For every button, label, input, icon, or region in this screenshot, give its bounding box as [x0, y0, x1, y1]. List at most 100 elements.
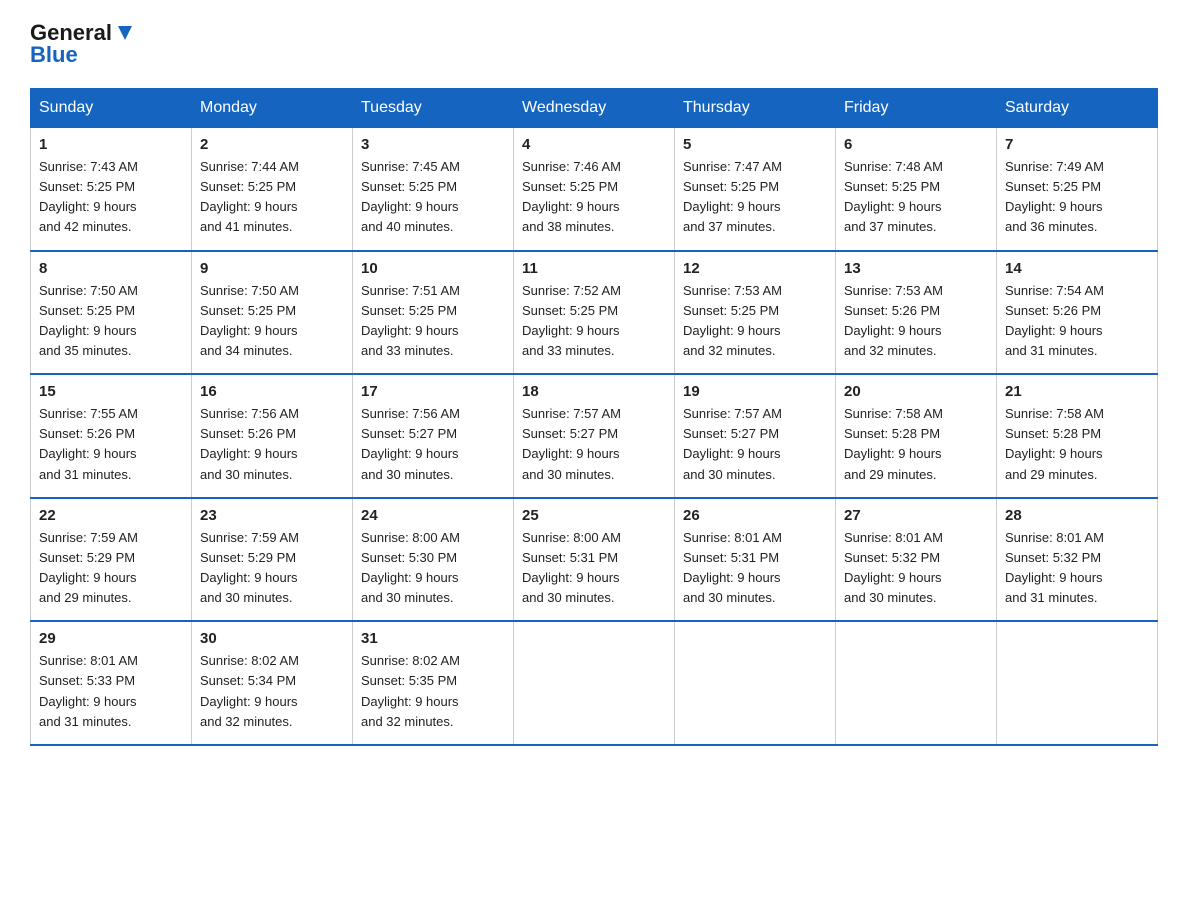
day-info: Sunrise: 7:47 AMSunset: 5:25 PMDaylight:… [683, 157, 827, 238]
day-number: 27 [844, 507, 988, 524]
day-number: 17 [361, 383, 505, 400]
calendar-cell: 28Sunrise: 8:01 AMSunset: 5:32 PMDayligh… [997, 498, 1158, 622]
logo-triangle [114, 22, 136, 44]
day-info: Sunrise: 8:01 AMSunset: 5:33 PMDaylight:… [39, 651, 183, 732]
day-number: 22 [39, 507, 183, 524]
calendar-cell [836, 621, 997, 745]
day-info: Sunrise: 7:45 AMSunset: 5:25 PMDaylight:… [361, 157, 505, 238]
calendar-cell: 9 Sunrise: 7:50 AMSunset: 5:25 PMDaylight… [192, 251, 353, 375]
day-info: Sunrise: 7:49 AMSunset: 5:25 PMDaylight:… [1005, 157, 1149, 238]
calendar-cell: 17 Sunrise: 7:56 AMSunset: 5:27 PMDayligh… [353, 374, 514, 498]
calendar-cell: 6 Sunrise: 7:48 AMSunset: 5:25 PMDaylight… [836, 128, 997, 251]
calendar-week-row-4: 22 Sunrise: 7:59 AMSunset: 5:29 PMDayligh… [31, 498, 1158, 622]
calendar-week-row-5: 29 Sunrise: 8:01 AMSunset: 5:33 PMDayligh… [31, 621, 1158, 745]
calendar-body: 1Sunrise: 7:43 AMSunset: 5:25 PMDaylight… [31, 128, 1158, 745]
calendar-cell: 3 Sunrise: 7:45 AMSunset: 5:25 PMDaylight… [353, 128, 514, 251]
day-info: Sunrise: 7:48 AMSunset: 5:25 PMDaylight:… [844, 157, 988, 238]
day-info: Sunrise: 7:56 AMSunset: 5:26 PMDaylight:… [200, 404, 344, 485]
day-info: Sunrise: 7:57 AMSunset: 5:27 PMDaylight:… [683, 404, 827, 485]
calendar-cell: 10 Sunrise: 7:51 AMSunset: 5:25 PMDayligh… [353, 251, 514, 375]
day-number: 12 [683, 260, 827, 277]
day-info: Sunrise: 8:00 AMSunset: 5:30 PMDaylight:… [361, 528, 505, 609]
day-number: 18 [522, 383, 666, 400]
calendar-cell: 25 Sunrise: 8:00 AMSunset: 5:31 PMDayligh… [514, 498, 675, 622]
day-number: 4 [522, 136, 666, 153]
calendar-cell: 15 Sunrise: 7:55 AMSunset: 5:26 PMDayligh… [31, 374, 192, 498]
day-info: Sunrise: 8:00 AMSunset: 5:31 PMDaylight:… [522, 528, 666, 609]
calendar-cell [514, 621, 675, 745]
day-info: Sunrise: 8:01 AMSunset: 5:32 PMDaylight:… [844, 528, 988, 609]
day-info: Sunrise: 7:57 AMSunset: 5:27 PMDaylight:… [522, 404, 666, 485]
logo-container: General Blue [30, 20, 136, 68]
header-sunday: Sunday [31, 89, 192, 128]
calendar-cell: 29 Sunrise: 8:01 AMSunset: 5:33 PMDayligh… [31, 621, 192, 745]
day-number: 15 [39, 383, 183, 400]
page-header: General Blue [30, 20, 1158, 68]
calendar-cell: 22Sunrise: 7:59 AMSunset: 5:29 PMDayligh… [31, 498, 192, 622]
header-tuesday: Tuesday [353, 89, 514, 128]
calendar-cell: 18 Sunrise: 7:57 AMSunset: 5:27 PMDayligh… [514, 374, 675, 498]
day-info: Sunrise: 7:53 AMSunset: 5:26 PMDaylight:… [844, 281, 988, 362]
day-number: 20 [844, 383, 988, 400]
day-number: 31 [361, 630, 505, 647]
calendar-cell: 4 Sunrise: 7:46 AMSunset: 5:25 PMDaylight… [514, 128, 675, 251]
calendar-cell: 2Sunrise: 7:44 AMSunset: 5:25 PMDaylight… [192, 128, 353, 251]
calendar-cell: 19Sunrise: 7:57 AMSunset: 5:27 PMDayligh… [675, 374, 836, 498]
day-info: Sunrise: 7:59 AMSunset: 5:29 PMDaylight:… [200, 528, 344, 609]
calendar-cell: 31Sunrise: 8:02 AMSunset: 5:35 PMDayligh… [353, 621, 514, 745]
calendar-cell: 20 Sunrise: 7:58 AMSunset: 5:28 PMDayligh… [836, 374, 997, 498]
day-number: 3 [361, 136, 505, 153]
calendar-table: Sunday Monday Tuesday Wednesday Thursday… [30, 88, 1158, 746]
day-info: Sunrise: 8:01 AMSunset: 5:32 PMDaylight:… [1005, 528, 1149, 609]
header-monday: Monday [192, 89, 353, 128]
day-number: 9 [200, 260, 344, 277]
day-number: 29 [39, 630, 183, 647]
calendar-cell: 5Sunrise: 7:47 AMSunset: 5:25 PMDaylight… [675, 128, 836, 251]
day-number: 30 [200, 630, 344, 647]
header-thursday: Thursday [675, 89, 836, 128]
day-info: Sunrise: 7:58 AMSunset: 5:28 PMDaylight:… [1005, 404, 1149, 485]
calendar-cell: 21 Sunrise: 7:58 AMSunset: 5:28 PMDayligh… [997, 374, 1158, 498]
calendar-cell [675, 621, 836, 745]
day-number: 10 [361, 260, 505, 277]
header-friday: Friday [836, 89, 997, 128]
weekday-header-row: Sunday Monday Tuesday Wednesday Thursday… [31, 89, 1158, 128]
day-info: Sunrise: 7:53 AMSunset: 5:25 PMDaylight:… [683, 281, 827, 362]
day-info: Sunrise: 7:44 AMSunset: 5:25 PMDaylight:… [200, 157, 344, 238]
day-number: 14 [1005, 260, 1149, 277]
calendar-cell [997, 621, 1158, 745]
logo: General Blue [30, 20, 136, 68]
calendar-cell: 7Sunrise: 7:49 AMSunset: 5:25 PMDaylight… [997, 128, 1158, 251]
day-number: 25 [522, 507, 666, 524]
day-info: Sunrise: 7:52 AMSunset: 5:25 PMDaylight:… [522, 281, 666, 362]
logo-blue: Blue [30, 42, 78, 68]
day-info: Sunrise: 7:58 AMSunset: 5:28 PMDaylight:… [844, 404, 988, 485]
calendar-cell: 27 Sunrise: 8:01 AMSunset: 5:32 PMDayligh… [836, 498, 997, 622]
header-wednesday: Wednesday [514, 89, 675, 128]
calendar-cell: 12 Sunrise: 7:53 AMSunset: 5:25 PMDayligh… [675, 251, 836, 375]
calendar-week-row-2: 8 Sunrise: 7:50 AMSunset: 5:25 PMDaylight… [31, 251, 1158, 375]
day-number: 6 [844, 136, 988, 153]
day-number: 26 [683, 507, 827, 524]
day-info: Sunrise: 7:55 AMSunset: 5:26 PMDaylight:… [39, 404, 183, 485]
day-info: Sunrise: 8:01 AMSunset: 5:31 PMDaylight:… [683, 528, 827, 609]
day-number: 8 [39, 260, 183, 277]
day-info: Sunrise: 7:56 AMSunset: 5:27 PMDaylight:… [361, 404, 505, 485]
day-info: Sunrise: 7:50 AMSunset: 5:25 PMDaylight:… [200, 281, 344, 362]
day-number: 21 [1005, 383, 1149, 400]
day-number: 16 [200, 383, 344, 400]
day-number: 13 [844, 260, 988, 277]
day-info: Sunrise: 7:51 AMSunset: 5:25 PMDaylight:… [361, 281, 505, 362]
day-info: Sunrise: 7:43 AMSunset: 5:25 PMDaylight:… [39, 157, 183, 238]
day-info: Sunrise: 7:46 AMSunset: 5:25 PMDaylight:… [522, 157, 666, 238]
calendar-cell: 30Sunrise: 8:02 AMSunset: 5:34 PMDayligh… [192, 621, 353, 745]
calendar-week-row-3: 15 Sunrise: 7:55 AMSunset: 5:26 PMDayligh… [31, 374, 1158, 498]
calendar-week-row-1: 1Sunrise: 7:43 AMSunset: 5:25 PMDaylight… [31, 128, 1158, 251]
day-info: Sunrise: 7:50 AMSunset: 5:25 PMDaylight:… [39, 281, 183, 362]
calendar-cell: 23 Sunrise: 7:59 AMSunset: 5:29 PMDayligh… [192, 498, 353, 622]
day-number: 23 [200, 507, 344, 524]
day-number: 24 [361, 507, 505, 524]
day-info: Sunrise: 7:54 AMSunset: 5:26 PMDaylight:… [1005, 281, 1149, 362]
calendar-cell: 13 Sunrise: 7:53 AMSunset: 5:26 PMDayligh… [836, 251, 997, 375]
calendar-cell: 1Sunrise: 7:43 AMSunset: 5:25 PMDaylight… [31, 128, 192, 251]
